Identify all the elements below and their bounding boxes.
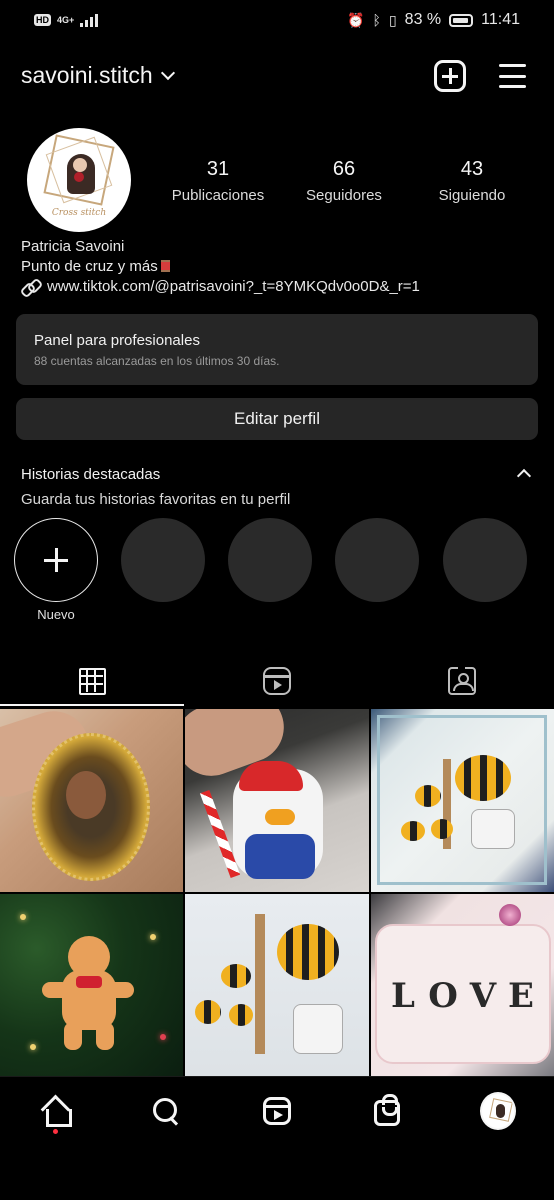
notification-dot — [53, 1129, 58, 1134]
profile-header: savoini.stitch — [0, 52, 554, 100]
chevron-up-icon[interactable] — [516, 468, 532, 484]
highlights-subtitle: Guarda tus historias favoritas en tu per… — [21, 491, 291, 508]
menu-button[interactable] — [499, 64, 526, 88]
highlight-placeholder — [335, 518, 419, 602]
profile-link[interactable]: www.tiktok.com/@patrisavoini?_t=8YMKQdv0… — [21, 278, 420, 295]
highlights-title: Historias destacadas — [21, 466, 161, 483]
posts-label: Publicaciones — [171, 187, 265, 204]
status-right: ⏰ ᛒ ▯ 83 % 11:41 — [347, 11, 520, 29]
posts-stat[interactable]: 31 Publicaciones — [160, 158, 276, 204]
bee-figure — [455, 755, 511, 801]
menu-line — [499, 64, 526, 67]
potholder-letter: O — [428, 976, 458, 1016]
avatar-face — [73, 158, 87, 172]
profile-avatar[interactable]: Cross stitch — [27, 128, 131, 232]
signal-icon — [80, 13, 99, 27]
nav-home[interactable] — [38, 1093, 74, 1129]
post-thumbnail[interactable] — [0, 894, 183, 1076]
post-thumbnail[interactable] — [371, 709, 554, 892]
menu-line — [499, 85, 526, 88]
status-bar: HD 4G+ ⏰ ᛒ ▯ 83 % 11:41 — [0, 0, 554, 40]
bio-text: Punto de cruz y más — [21, 258, 158, 275]
avatar-ornament — [74, 172, 84, 182]
nav-shop[interactable] — [369, 1093, 405, 1129]
battery-icon — [449, 13, 474, 27]
nav-profile[interactable] — [480, 1092, 516, 1130]
network-type: 4G+ — [57, 14, 75, 25]
followers-stat[interactable]: 66 Seguidores — [294, 158, 394, 204]
professional-dashboard[interactable]: Panel para profesionales 88 cuentas alca… — [16, 314, 538, 385]
active-tab-indicator — [0, 704, 184, 706]
grid-icon — [78, 667, 106, 695]
status-left: HD 4G+ — [34, 13, 99, 27]
reels-icon — [263, 667, 291, 695]
posts-count: 31 — [206, 158, 230, 180]
reels-icon — [263, 1097, 291, 1125]
chevron-down-icon — [160, 65, 175, 80]
following-label: Siguiendo — [438, 187, 506, 204]
post-thumbnail[interactable] — [0, 709, 183, 892]
system-nav-area — [0, 1146, 554, 1200]
bottom-nav — [0, 1076, 554, 1146]
username: savoini.stitch — [21, 62, 153, 88]
followers-label: Seguidores — [306, 187, 382, 204]
highlight-placeholder — [228, 518, 312, 602]
new-highlight-label: Nuevo — [37, 607, 75, 622]
search-icon — [153, 1098, 179, 1124]
bee-figure — [415, 785, 441, 807]
gingerbread-ornament — [42, 924, 134, 1054]
bee-figure — [195, 1000, 221, 1024]
link-icon — [21, 280, 40, 294]
bee-figure — [221, 964, 251, 988]
home-icon — [42, 1098, 72, 1127]
tagged-icon — [448, 664, 476, 695]
following-stat[interactable]: 43 Siguiendo — [422, 158, 522, 204]
bio: Patricia Savoini Punto de cruz y más — [21, 237, 170, 277]
profile-name: Patricia Savoini — [21, 238, 125, 255]
followers-count: 66 — [332, 158, 356, 180]
post-thumbnail[interactable] — [185, 894, 369, 1076]
potholder-letter: L — [391, 976, 415, 1016]
nav-search[interactable] — [148, 1093, 184, 1129]
dashboard-title: Panel para profesionales — [34, 332, 200, 349]
tab-tagged[interactable] — [370, 656, 554, 706]
account-switcher[interactable]: savoini.stitch — [21, 62, 175, 89]
bee-figure — [277, 924, 339, 980]
create-post-button[interactable] — [434, 60, 466, 92]
bluetooth-icon: ᛒ — [372, 12, 381, 28]
nav-reels[interactable] — [259, 1093, 295, 1129]
potholder-letter: V — [469, 976, 497, 1016]
thread-spool-icon — [160, 260, 170, 272]
post-thumbnail[interactable] — [185, 709, 369, 892]
shop-bag-icon — [374, 1094, 400, 1126]
potholder-letter: E — [508, 976, 534, 1016]
tab-reels[interactable] — [185, 656, 369, 706]
avatar-logo-text: Cross stitch — [51, 208, 107, 218]
bee-figure — [229, 1004, 253, 1026]
bee-figure — [431, 819, 453, 839]
bio-text-line: Punto de cruz y más — [21, 257, 170, 277]
status-time: 11:41 — [481, 11, 520, 28]
edit-profile-button[interactable]: Editar perfil — [16, 398, 538, 440]
profile-tabs — [0, 656, 554, 706]
profile-avatar-small — [480, 1092, 516, 1130]
bee-figure — [401, 821, 425, 841]
highlight-placeholder — [443, 518, 527, 602]
dashboard-subtitle: 88 cuentas alcanzadas en los últimos 30 … — [34, 354, 280, 368]
highlight-placeholder — [121, 518, 205, 602]
battery-percent: 83 % — [404, 11, 442, 28]
new-highlight-button[interactable] — [14, 518, 98, 602]
tab-posts-grid[interactable] — [0, 656, 184, 706]
vibrate-icon: ▯ — [388, 11, 397, 28]
menu-line — [499, 74, 526, 78]
post-thumbnail[interactable]: L O V E — [371, 894, 554, 1076]
profile-link-text: www.tiktok.com/@patrisavoini?_t=8YMKQdv0… — [47, 278, 420, 295]
alarm-icon: ⏰ — [347, 11, 365, 28]
hd-badge: HD — [34, 14, 51, 26]
following-count: 43 — [460, 158, 484, 180]
